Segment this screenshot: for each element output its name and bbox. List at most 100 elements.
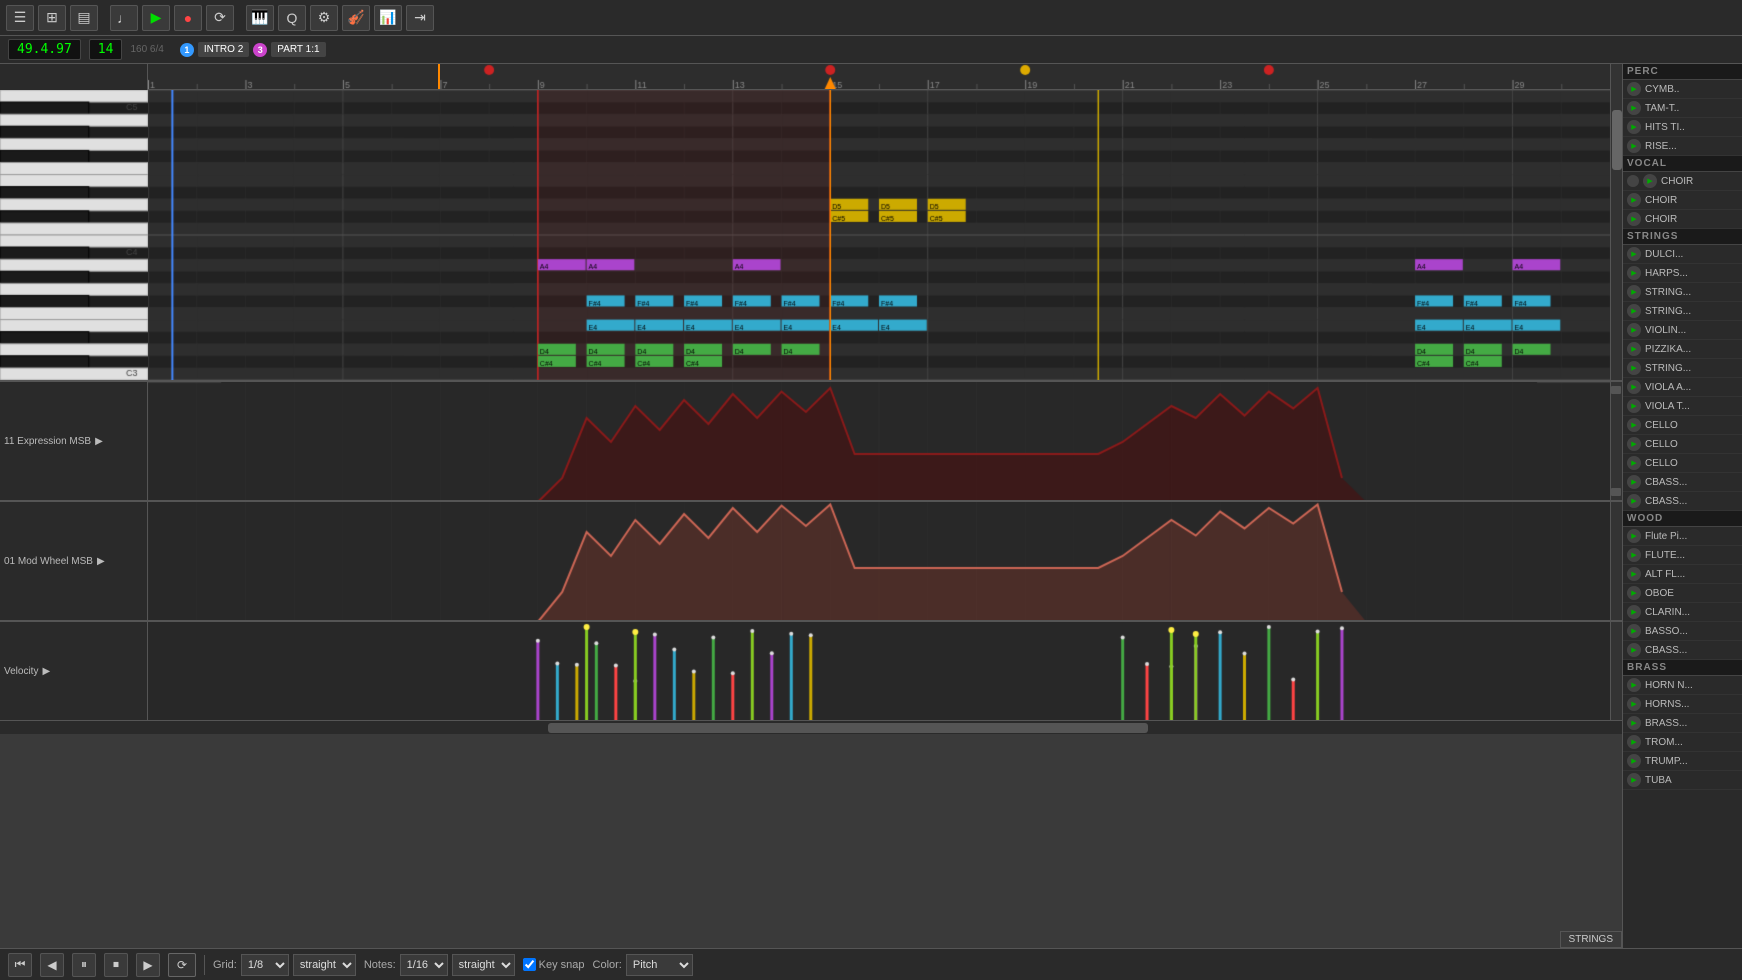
inst-item-choir1[interactable]: ▶ CHOIR xyxy=(1623,172,1742,191)
transport-pause[interactable]: ⏸ xyxy=(72,953,96,977)
inst-item-viola-t[interactable]: ▶ VIOLA T... xyxy=(1623,397,1742,416)
inst-item-cbass-w[interactable]: ▶ CBASS... xyxy=(1623,641,1742,660)
inst-play-flute[interactable]: ▶ xyxy=(1627,548,1641,562)
inst-item-cbass1[interactable]: ▶ CBASS... xyxy=(1623,473,1742,492)
piano-icon[interactable]: 🎹 xyxy=(246,5,274,31)
inst-play-string2[interactable]: ▶ xyxy=(1627,304,1641,318)
inst-item-dulci[interactable]: ▶ DULCI... xyxy=(1623,245,1742,264)
inst-play-harps[interactable]: ▶ xyxy=(1627,266,1641,280)
transport-stop[interactable]: ⏹ xyxy=(104,953,128,977)
inst-play-choir1[interactable]: ▶ xyxy=(1643,174,1657,188)
inst-item-viola-a[interactable]: ▶ VIOLA A... xyxy=(1623,378,1742,397)
inst-item-cello3[interactable]: ▶ CELLO xyxy=(1623,454,1742,473)
inst-item-flute[interactable]: ▶ FLUTE... xyxy=(1623,546,1742,565)
settings-icon[interactable]: ⚙ xyxy=(310,5,338,31)
expression-expand-icon[interactable]: ▶ xyxy=(95,436,103,447)
inst-play-viola-a[interactable]: ▶ xyxy=(1627,380,1641,394)
inst-item-cello1[interactable]: ▶ CELLO xyxy=(1623,416,1742,435)
inst-play-cbass1[interactable]: ▶ xyxy=(1627,475,1641,489)
note-grid[interactable] xyxy=(148,90,1610,380)
inst-item-string2[interactable]: ▶ STRING... xyxy=(1623,302,1742,321)
velocity-content[interactable] xyxy=(148,622,1610,720)
transport-back[interactable]: ◀ xyxy=(40,953,64,977)
inst-play-dulci[interactable]: ▶ xyxy=(1627,247,1641,261)
hscroll-thumb[interactable] xyxy=(548,723,1148,733)
list-view-icon[interactable]: ▤ xyxy=(70,5,98,31)
transport-rewind[interactable]: ⏮ xyxy=(8,953,32,977)
loop-icon[interactable]: ⟳ xyxy=(206,5,234,31)
expression-cc-content[interactable] xyxy=(148,382,1610,500)
note-icon[interactable]: ♩ xyxy=(110,5,138,31)
modwheel-expand-icon[interactable]: ▶ xyxy=(97,556,105,567)
inst-play-clarin[interactable]: ▶ xyxy=(1627,605,1641,619)
key-snap-checkbox[interactable] xyxy=(523,958,536,971)
inst-item-violin[interactable]: ▶ VIOLIN... xyxy=(1623,321,1742,340)
menu-icon[interactable]: ☰ xyxy=(6,5,34,31)
horizontal-scrollbar[interactable] xyxy=(148,721,1610,734)
inst-item-rise[interactable]: ▶ RISE... xyxy=(1623,137,1742,156)
modwheel-cc-content[interactable] xyxy=(148,502,1610,620)
inst-play-viola-t[interactable]: ▶ xyxy=(1627,399,1641,413)
record-icon[interactable]: ● xyxy=(174,5,202,31)
inst-item-tuba[interactable]: ▶ TUBA xyxy=(1623,771,1742,790)
inst-item-horns[interactable]: ▶ HORNS... xyxy=(1623,695,1742,714)
inst-item-flute-pi[interactable]: ▶ Flute Pi... xyxy=(1623,527,1742,546)
inst-play-choir2[interactable]: ▶ xyxy=(1627,193,1641,207)
inst-play-cbass-w[interactable]: ▶ xyxy=(1627,643,1641,657)
inst-play-cymb[interactable]: ▶ xyxy=(1627,82,1641,96)
quantize-icon[interactable]: Q xyxy=(278,5,306,31)
grid-view-icon[interactable]: ⊞ xyxy=(38,5,66,31)
inst-play-basso[interactable]: ▶ xyxy=(1627,624,1641,638)
inst-play-flute-pi[interactable]: ▶ xyxy=(1627,529,1641,543)
inst-item-string1[interactable]: ▶ STRING... xyxy=(1623,283,1742,302)
play-icon[interactable]: ▶ xyxy=(142,5,170,31)
inst-play-horns[interactable]: ▶ xyxy=(1627,697,1641,711)
grid-value-select[interactable]: 1/8 1/4 1/16 xyxy=(241,954,289,976)
inst-item-pizz[interactable]: ▶ PIZZIKA... xyxy=(1623,340,1742,359)
inst-item-hits[interactable]: ▶ HITS TI.. xyxy=(1623,118,1742,137)
inst-play-tuba[interactable]: ▶ xyxy=(1627,773,1641,787)
inst-play-rise[interactable]: ▶ xyxy=(1627,139,1641,153)
transport-loop[interactable]: ⟳ xyxy=(168,953,196,977)
inst-item-harps[interactable]: ▶ HARPS... xyxy=(1623,264,1742,283)
inst-item-cymb[interactable]: ▶ CYMB.. xyxy=(1623,80,1742,99)
inst-play-oboe[interactable]: ▶ xyxy=(1627,586,1641,600)
inst-item-oboe[interactable]: ▶ OBOE xyxy=(1623,584,1742,603)
inst-item-brass[interactable]: ▶ BRASS... xyxy=(1623,714,1742,733)
inst-play-cello3[interactable]: ▶ xyxy=(1627,456,1641,470)
grid-curve-select[interactable]: straight curved xyxy=(293,954,356,976)
color-select[interactable]: Pitch Velocity Channel xyxy=(626,954,693,976)
inst-play-hits[interactable]: ▶ xyxy=(1627,120,1641,134)
inst-play-cello1[interactable]: ▶ xyxy=(1627,418,1641,432)
inst-play-pizz[interactable]: ▶ xyxy=(1627,342,1641,356)
inst-play-trom[interactable]: ▶ xyxy=(1627,735,1641,749)
inst-play-horn-n[interactable]: ▶ xyxy=(1627,678,1641,692)
inst-play-string3[interactable]: ▶ xyxy=(1627,361,1641,375)
inst-play-cbass2[interactable]: ▶ xyxy=(1627,494,1641,508)
inst-item-cbass2[interactable]: ▶ CBASS... xyxy=(1623,492,1742,511)
inst-play-brass[interactable]: ▶ xyxy=(1627,716,1641,730)
position-display[interactable]: 49.4.97 xyxy=(8,39,81,60)
scrollbar-thumb[interactable] xyxy=(1612,110,1622,170)
inst-item-choir2[interactable]: ▶ CHOIR xyxy=(1623,191,1742,210)
inst-item-trom[interactable]: ▶ TROM... xyxy=(1623,733,1742,752)
inst-item-trump[interactable]: ▶ TRUMP... xyxy=(1623,752,1742,771)
inst-item-cello2[interactable]: ▶ CELLO xyxy=(1623,435,1742,454)
inst-play-string1[interactable]: ▶ xyxy=(1627,285,1641,299)
inst-play-cello2[interactable]: ▶ xyxy=(1627,437,1641,451)
transport-play[interactable]: ▶ xyxy=(136,953,160,977)
inst-play-choir3[interactable]: ▶ xyxy=(1627,212,1641,226)
inst-item-string3[interactable]: ▶ STRING... xyxy=(1623,359,1742,378)
inst-item-horn-n[interactable]: ▶ HORN N... xyxy=(1623,676,1742,695)
velocity-expand-icon[interactable]: ▶ xyxy=(42,666,50,677)
notes-curve-select[interactable]: straight curved xyxy=(452,954,515,976)
inst-play-trump[interactable]: ▶ xyxy=(1627,754,1641,768)
inst-item-choir3[interactable]: ▶ CHOIR xyxy=(1623,210,1742,229)
inst-play-tamt[interactable]: ▶ xyxy=(1627,101,1641,115)
inst-item-clarin[interactable]: ▶ CLARIN... xyxy=(1623,603,1742,622)
notes-value-select[interactable]: 1/16 1/4 1/8 1/32 xyxy=(400,954,448,976)
inst-item-alt-fl[interactable]: ▶ ALT FL... xyxy=(1623,565,1742,584)
instrument-icon[interactable]: 🎻 xyxy=(342,5,370,31)
inst-play-alt-fl[interactable]: ▶ xyxy=(1627,567,1641,581)
inst-play-violin[interactable]: ▶ xyxy=(1627,323,1641,337)
